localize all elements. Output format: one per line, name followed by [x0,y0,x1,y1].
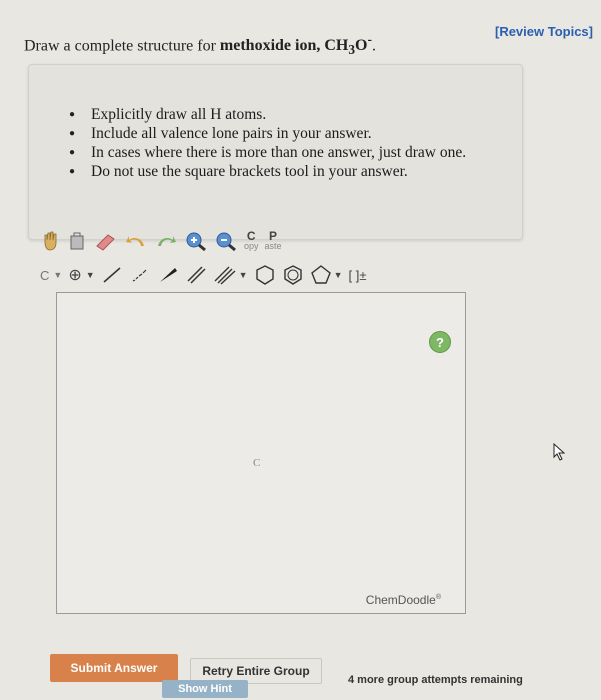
brand-mark: ® [435,594,441,601]
help-icon[interactable]: ? [429,331,451,353]
question-suffix: O [355,37,368,55]
zoom-out-icon[interactable] [214,228,238,254]
chemdoodle-logo: ChemDoodle® [366,593,441,607]
bracket-tool[interactable]: [ ]± [348,262,366,288]
attempts-remaining: 4 more group attempts remaining [348,674,523,686]
lasso-tool-icon[interactable] [68,228,88,254]
question-compound: methoxide ion, CH [219,37,349,55]
review-topics-link[interactable]: [Review Topics] [495,24,593,39]
copy-button[interactable]: C opy [244,228,259,254]
benzene-icon[interactable] [282,262,304,288]
instruction-item: Do not use the square brackets tool in y… [69,162,466,181]
instruction-item: In cases where there is more than one an… [69,143,466,162]
double-bond-icon[interactable] [185,262,207,288]
paste-button[interactable]: P aste [265,228,282,254]
canvas-atom-label[interactable]: C [253,457,260,469]
instruction-item: Explicitly draw all H atoms. [69,105,466,124]
charge-selector[interactable]: ⊕ ▼ [68,262,94,288]
chemdoodle-editor: C opy P aste C ▼ ⊕ ▼ ▼ ▼ []± ? C ChemDo… [40,220,470,630]
atom-selector-label: C [40,267,50,283]
undo-icon[interactable] [124,228,148,254]
wedge-bond-icon[interactable] [157,262,179,288]
atom-selector[interactable]: C ▼ [40,262,62,288]
single-bond-icon[interactable] [101,262,123,288]
editor-toolbar-bottom: C ▼ ⊕ ▼ ▼ ▼ []± [40,260,470,290]
eraser-tool-icon[interactable] [94,228,118,254]
hashed-bond-icon[interactable] [129,262,151,288]
chevron-down-icon: ▼ [85,270,95,280]
cyclopentane-icon[interactable]: ▼ [310,262,343,288]
brand-name: ChemDoodle [365,593,436,607]
question-period: . [371,37,376,55]
hand-tool-icon[interactable] [40,228,62,254]
instructions-box: Explicitly draw all H atoms. Include all… [28,64,523,240]
instruction-item: Include all valence lone pairs in your a… [69,124,466,143]
bracket-tool-label: [ ]± [348,267,367,283]
triple-bond-icon[interactable]: ▼ [213,262,248,288]
instructions-list: Explicitly draw all H atoms. Include all… [69,105,466,181]
copy-label-bottom: opy [244,241,259,251]
zoom-in-icon[interactable] [184,228,208,254]
editor-toolbar-top: C opy P aste [40,226,470,256]
chevron-down-icon: ▼ [238,270,248,280]
charge-plus-icon: ⊕ [68,267,82,284]
copy-label-top: C [246,229,256,243]
show-hint-button[interactable]: Show Hint [162,680,248,698]
question-prefix: Draw a complete structure for [24,37,220,55]
drawing-canvas[interactable]: ? C ChemDoodle® [56,292,466,614]
cyclohexane-icon[interactable] [254,262,276,288]
chevron-down-icon: ▼ [53,270,63,280]
chevron-down-icon: ▼ [333,270,343,280]
paste-label-bottom: aste [264,241,282,251]
submit-answer-button[interactable]: Submit Answer [50,654,178,682]
question-text: Draw a complete structure for methoxide … [24,32,376,59]
paste-label-top: P [269,229,278,243]
redo-icon[interactable] [154,228,178,254]
mouse-pointer-icon [553,442,567,466]
